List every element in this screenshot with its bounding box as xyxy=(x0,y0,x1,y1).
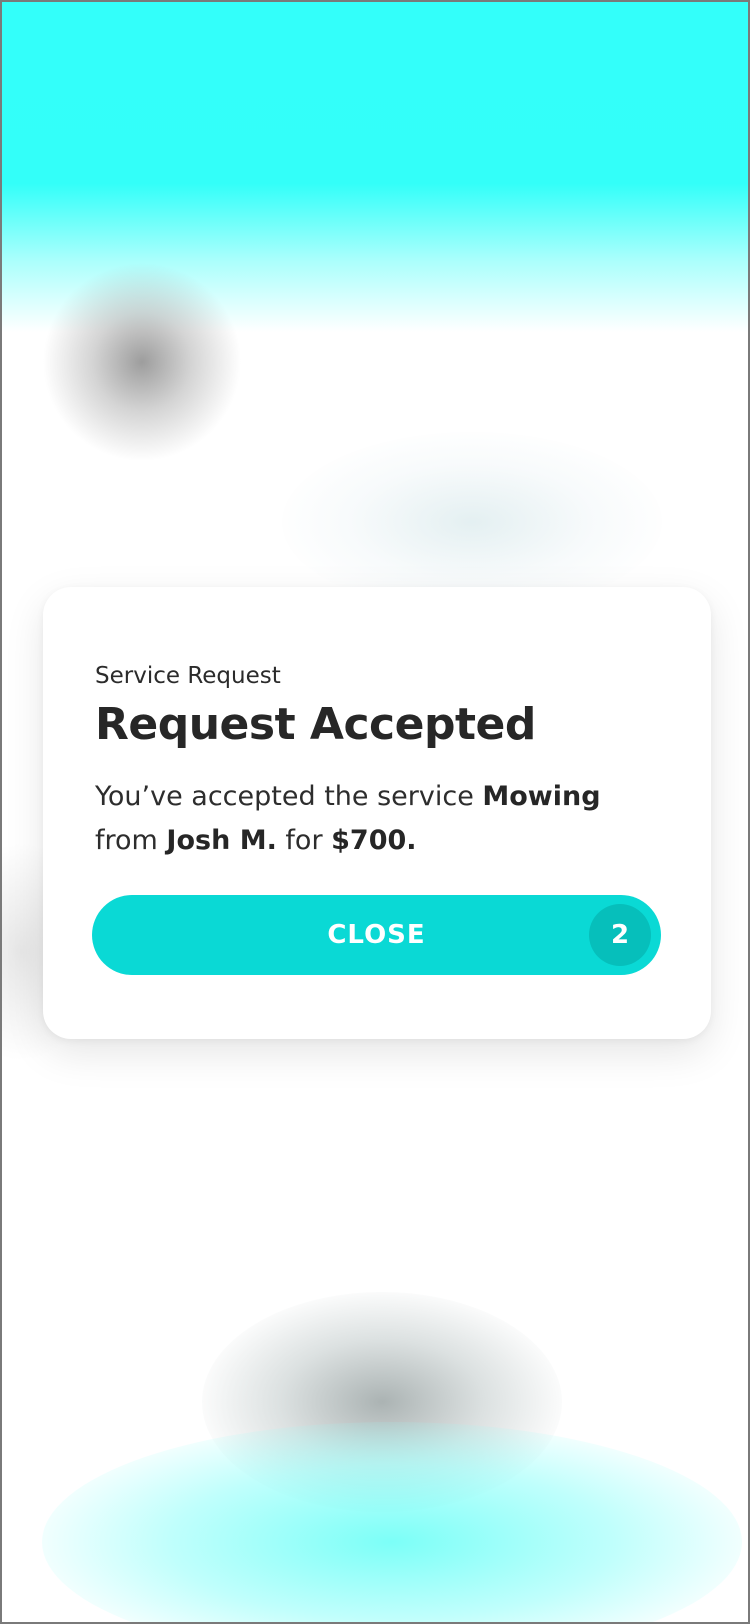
dialog-title: Request Accepted xyxy=(95,699,536,750)
app-screen: Service Request Request Accepted You’ve … xyxy=(0,0,750,1624)
close-button[interactable]: CLOSE 2 xyxy=(92,895,661,975)
message-for-text: for xyxy=(276,825,332,856)
close-button-label: CLOSE xyxy=(327,920,426,950)
blurred-avatar-backdrop xyxy=(42,262,242,462)
request-accepted-dialog: Service Request Request Accepted You’ve … xyxy=(43,587,711,1039)
dialog-message: You’ve accepted the service Mowing from J… xyxy=(95,775,655,863)
message-prefix: You’ve accepted the service xyxy=(95,781,483,812)
message-customer-name: Josh M. xyxy=(166,825,277,856)
close-countdown-badge: 2 xyxy=(589,904,651,966)
message-from-text: from xyxy=(95,825,167,856)
message-service-name: Mowing xyxy=(482,781,601,812)
message-price: $700. xyxy=(331,825,417,856)
dialog-eyebrow: Service Request xyxy=(95,663,281,689)
blurred-content-backdrop xyxy=(282,432,662,612)
blurred-bottom-button-backdrop xyxy=(42,1422,742,1622)
